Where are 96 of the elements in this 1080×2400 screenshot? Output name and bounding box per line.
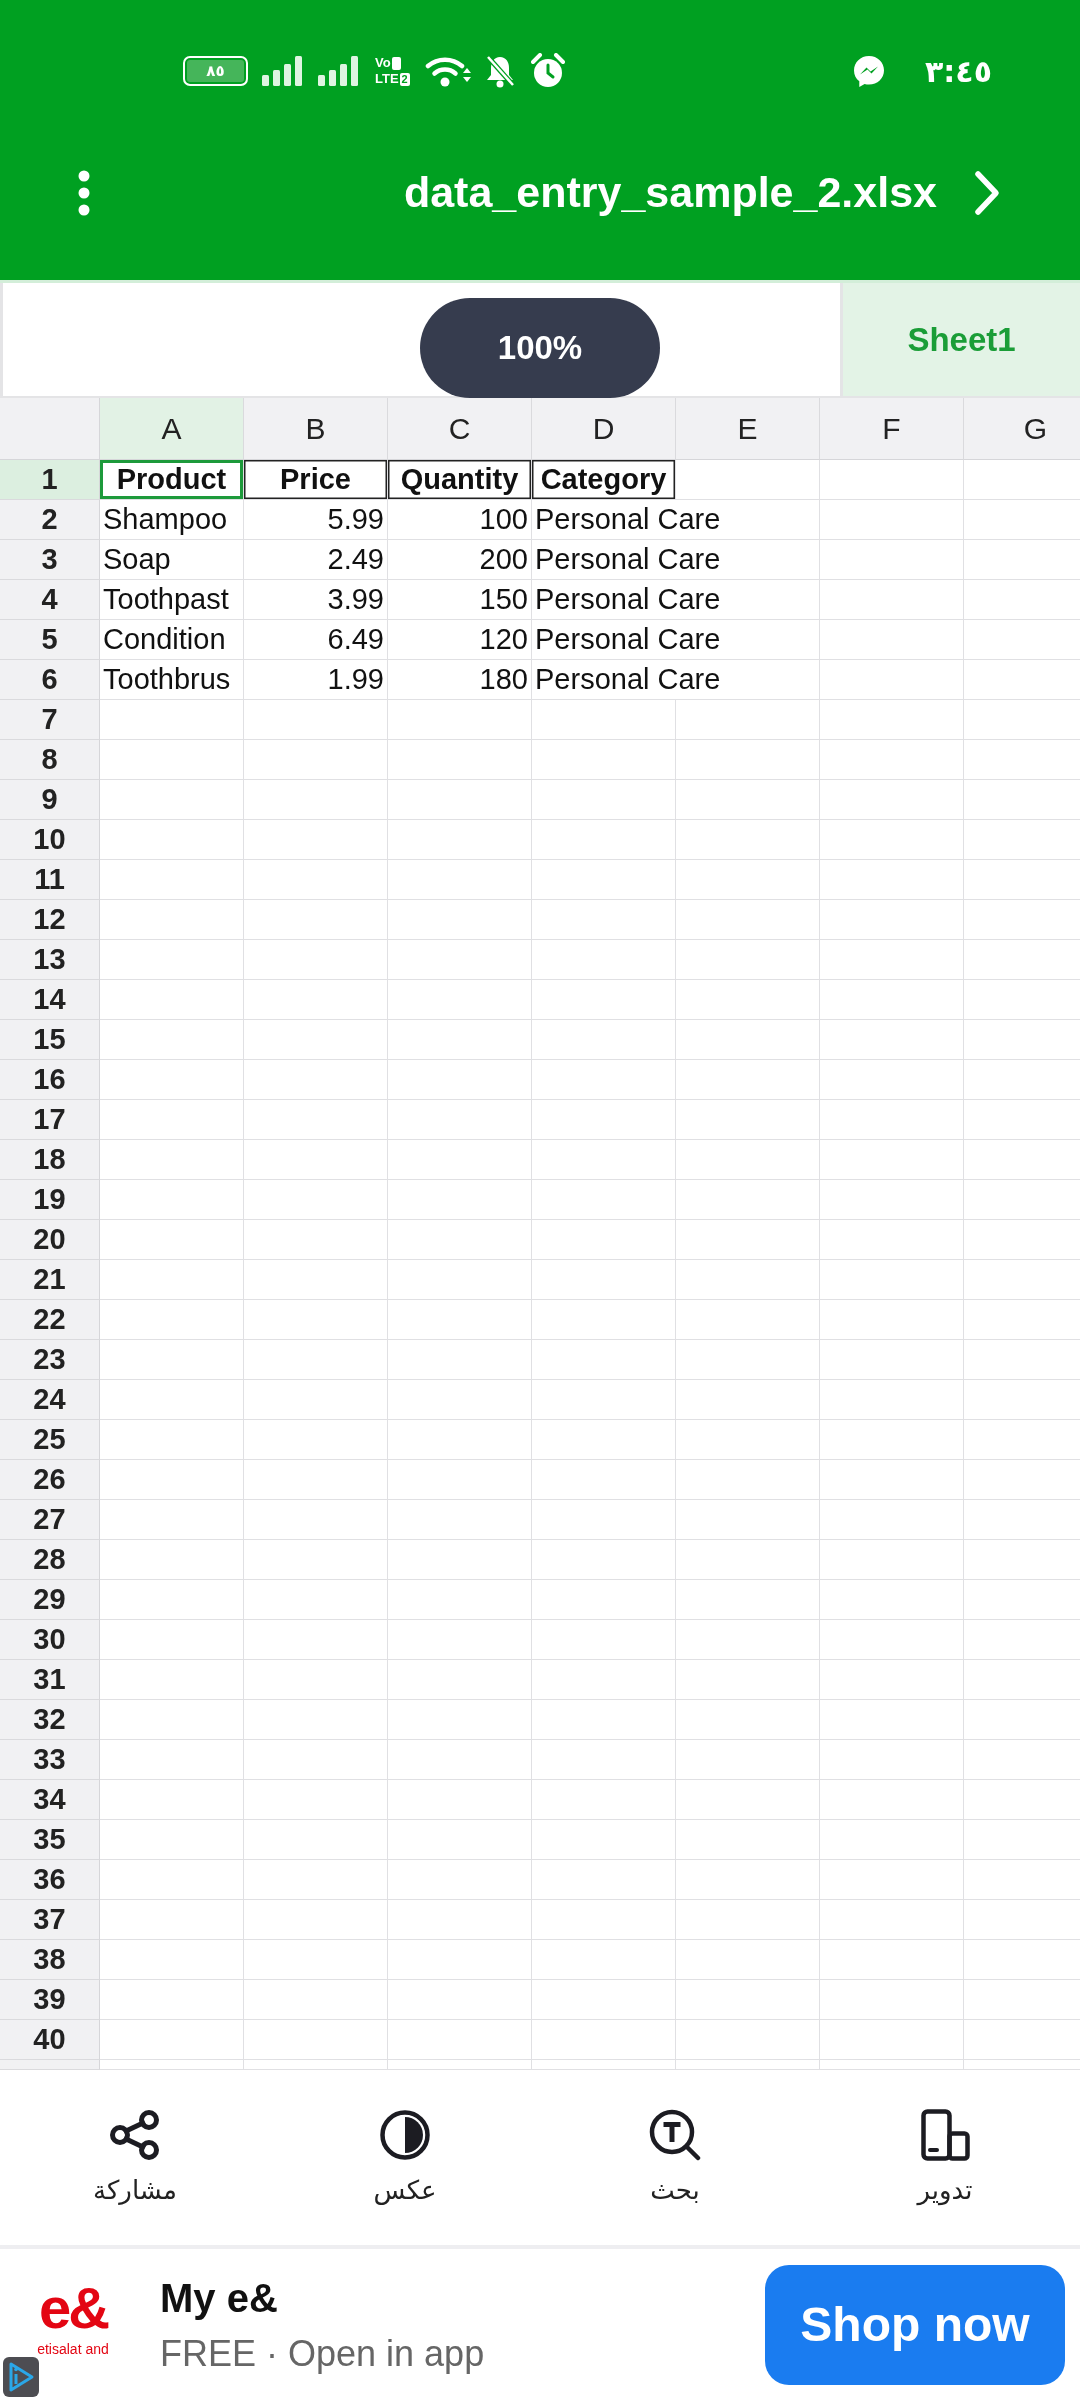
- table-cell: 2.49: [244, 540, 388, 580]
- row-header[interactable]: 28: [0, 1540, 100, 1580]
- table-cell: Shampoo: [100, 500, 244, 540]
- column-header[interactable]: F: [820, 398, 964, 460]
- table-cell: 1.99: [244, 660, 388, 700]
- search-icon: [649, 2109, 701, 2161]
- ad-title: My e&: [160, 2274, 278, 2321]
- clock-time: ٣:٤٥: [925, 54, 992, 88]
- table-cell: Price: [244, 460, 388, 500]
- row-header[interactable]: 7: [0, 700, 100, 740]
- rotate-screen-icon: [919, 2109, 971, 2161]
- row-header[interactable]: 10: [0, 820, 100, 860]
- column-header[interactable]: A: [100, 398, 244, 460]
- volte-text: LTE: [375, 72, 399, 86]
- more-options-icon[interactable]: [78, 170, 90, 216]
- brand-logo: e&: [38, 2278, 108, 2337]
- row-header[interactable]: 1: [0, 460, 100, 500]
- column-header[interactable]: E: [676, 398, 820, 460]
- table-cell: 120: [388, 620, 532, 660]
- wifi-icon: [424, 54, 471, 88]
- table-cell: 3.99: [244, 580, 388, 620]
- column-header[interactable]: D: [532, 398, 676, 460]
- table-cell: Toothbrus: [100, 660, 244, 700]
- table-cell: 6.49: [244, 620, 388, 660]
- file-title: data_entry_sample_2.xlsx: [403, 167, 937, 219]
- brand-caption: etisalat and: [37, 2340, 109, 2357]
- volte-text: Vo: [375, 56, 391, 70]
- table-cell: Quantity: [388, 460, 532, 500]
- row-header[interactable]: 11: [0, 860, 100, 900]
- table-cell: Personal Care: [532, 540, 820, 580]
- row-header[interactable]: 33: [0, 1740, 100, 1780]
- table-cell: 200: [388, 540, 532, 580]
- row-header[interactable]: 15: [0, 1020, 100, 1060]
- ad-subtitle: FREE · Open in app: [160, 2332, 485, 2375]
- table-cell: Toothpast: [100, 580, 244, 620]
- row-header[interactable]: 3: [0, 540, 100, 580]
- battery-indicator: ٨٥: [183, 56, 248, 86]
- row-header[interactable]: 36: [0, 1860, 100, 1900]
- row-header[interactable]: 40: [0, 2020, 100, 2060]
- table-cell: Product: [100, 460, 244, 500]
- row-header[interactable]: 19: [0, 1180, 100, 1220]
- row-header[interactable]: 21: [0, 1260, 100, 1300]
- table-cell: Soap: [100, 540, 244, 580]
- table-cell: 150: [388, 580, 532, 620]
- row-header[interactable]: 35: [0, 1820, 100, 1860]
- row-header[interactable]: 29: [0, 1580, 100, 1620]
- table-cell: Personal Care: [532, 580, 820, 620]
- ad-info-icon[interactable]: [3, 2357, 39, 2397]
- table-cell: 5.99: [244, 500, 388, 540]
- column-header[interactable]: B: [244, 398, 388, 460]
- row-header[interactable]: 37: [0, 1900, 100, 1940]
- table-cell: Personal Care: [532, 620, 820, 660]
- data-indicator-icon: [391, 56, 401, 70]
- row-header[interactable]: 30: [0, 1620, 100, 1660]
- row-header[interactable]: 31: [0, 1660, 100, 1700]
- row-header[interactable]: 20: [0, 1220, 100, 1260]
- table-cell: 180: [388, 660, 532, 700]
- row-header[interactable]: 26: [0, 1460, 100, 1500]
- chat-bubble-icon: [853, 54, 886, 88]
- row-header[interactable]: 12: [0, 900, 100, 940]
- row-header[interactable]: 38: [0, 1940, 100, 1980]
- column-header[interactable]: C: [388, 398, 532, 460]
- signal-icon: [262, 56, 302, 86]
- row-header[interactable]: 6: [0, 660, 100, 700]
- row-header[interactable]: 34: [0, 1780, 100, 1820]
- row-header[interactable]: 32: [0, 1700, 100, 1740]
- row-header[interactable]: 39: [0, 1980, 100, 2020]
- zoom-level-badge: 100%: [420, 298, 660, 398]
- table-cell: Personal Care: [532, 500, 820, 540]
- row-header[interactable]: 5: [0, 620, 100, 660]
- row-header[interactable]: 13: [0, 940, 100, 980]
- sim-slot-badge: 2: [399, 72, 410, 86]
- alarm-clock-icon: [530, 53, 565, 89]
- table-cell: Condition: [100, 620, 244, 660]
- table-cell: Personal Care: [532, 660, 820, 700]
- contrast-icon: [379, 2109, 431, 2161]
- row-header[interactable]: 14: [0, 980, 100, 1020]
- row-header[interactable]: 17: [0, 1100, 100, 1140]
- row-header[interactable]: 25: [0, 1420, 100, 1460]
- row-header[interactable]: 18: [0, 1140, 100, 1180]
- shop-now-button[interactable]: Shop now: [765, 2264, 1065, 2385]
- row-header[interactable]: 16: [0, 1060, 100, 1100]
- row-header[interactable]: 22: [0, 1300, 100, 1340]
- row-header[interactable]: 27: [0, 1500, 100, 1540]
- row-header[interactable]: 8: [0, 740, 100, 780]
- share-icon: [109, 2109, 161, 2161]
- table-cell: Category: [532, 460, 676, 500]
- column-header[interactable]: G: [964, 398, 1080, 460]
- table-cell: 100: [388, 500, 532, 540]
- chevron-right-icon[interactable]: [974, 170, 1000, 216]
- row-header[interactable]: 9: [0, 780, 100, 820]
- row-header[interactable]: 2: [0, 500, 100, 540]
- row-header[interactable]: 4: [0, 580, 100, 620]
- row-header[interactable]: 24: [0, 1380, 100, 1420]
- row-header[interactable]: 23: [0, 1340, 100, 1380]
- signal-icon: [318, 56, 358, 86]
